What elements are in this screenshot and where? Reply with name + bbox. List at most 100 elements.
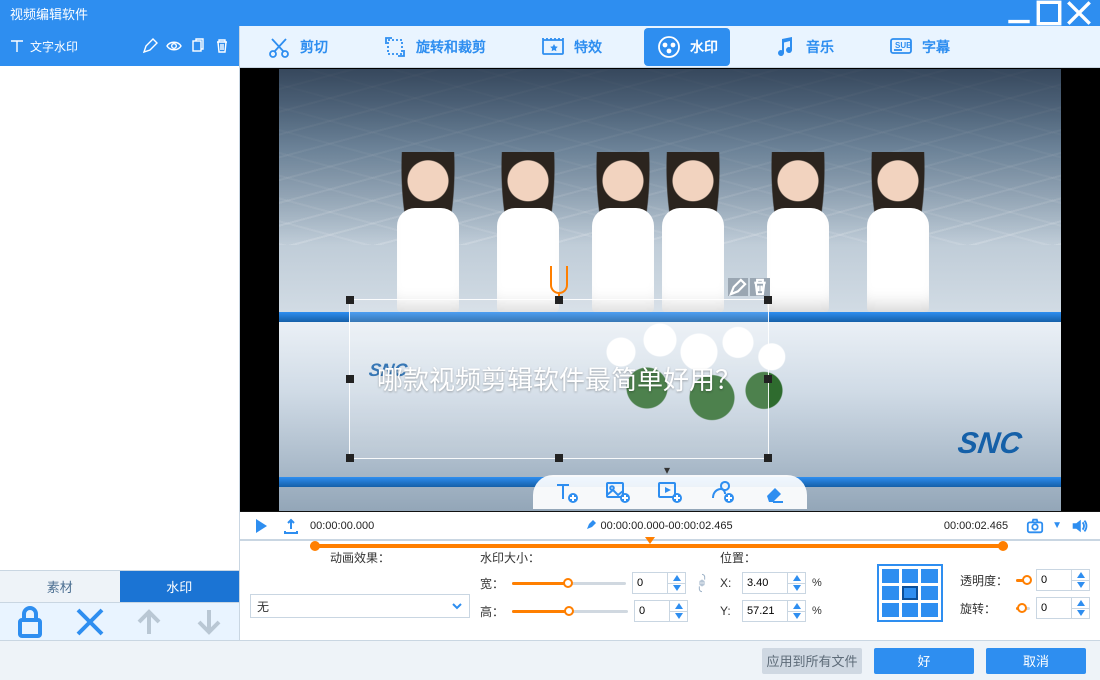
minimize-button[interactable]	[1004, 2, 1034, 24]
edit-icon[interactable]	[141, 37, 159, 55]
play-button[interactable]	[250, 515, 272, 537]
anchor-grid[interactable]	[877, 564, 943, 622]
copy-icon[interactable]	[189, 37, 207, 55]
rotate-handle-icon[interactable]	[550, 266, 568, 294]
erase-button[interactable]	[759, 479, 789, 505]
tab-rotate-crop[interactable]: 旋转和裁剪	[370, 28, 498, 66]
link-lock-icon[interactable]	[695, 573, 709, 593]
rotate-input[interactable]	[1036, 597, 1090, 619]
text-icon	[8, 37, 26, 55]
main-toolbar: 剪切 旋转和裁剪 特效 水印 音乐 SUB 字幕	[240, 26, 1100, 68]
playback-bar: 00:00:00.000 00:00:00.000-00:00:02.465 0…	[240, 512, 1100, 540]
move-down-button[interactable]	[189, 607, 229, 637]
resize-handle[interactable]	[555, 454, 563, 462]
animation-dropdown[interactable]: 无	[250, 594, 470, 618]
width-step-down[interactable]	[668, 584, 685, 594]
anchor-cell[interactable]	[902, 586, 919, 600]
tab-effect-label: 特效	[574, 37, 602, 57]
volume-button[interactable]	[1068, 515, 1090, 537]
rotate-step-down[interactable]	[1072, 609, 1089, 619]
eye-icon[interactable]	[165, 37, 183, 55]
sidebar-tab-material[interactable]: 素材	[0, 571, 120, 602]
add-shape-button[interactable]	[707, 479, 737, 505]
add-image-button[interactable]	[603, 479, 633, 505]
x-step-up[interactable]	[788, 573, 805, 584]
anchor-cell[interactable]	[882, 586, 899, 600]
export-frame-button[interactable]	[280, 515, 302, 537]
close-button[interactable]	[1064, 2, 1094, 24]
resize-handle[interactable]	[346, 454, 354, 462]
tab-effect[interactable]: 特效	[528, 28, 614, 66]
y-step-up[interactable]	[788, 601, 805, 612]
anchor-cell[interactable]	[882, 569, 899, 583]
label-x: X:	[720, 576, 736, 590]
resize-handle[interactable]	[346, 375, 354, 383]
move-up-button[interactable]	[129, 607, 169, 637]
watermark-edit-button[interactable]	[728, 278, 748, 296]
label-opacity: 透明度：	[960, 572, 1010, 589]
tab-music-label: 音乐	[806, 37, 834, 57]
apply-all-button[interactable]: 应用到所有文件	[762, 648, 862, 674]
chevron-down-icon[interactable]: ▾	[664, 463, 670, 477]
x-step-down[interactable]	[788, 584, 805, 594]
y-step-down[interactable]	[788, 612, 805, 622]
resize-handle[interactable]	[346, 296, 354, 304]
width-step-up[interactable]	[668, 573, 685, 584]
add-video-button[interactable]	[655, 479, 685, 505]
lock-button[interactable]	[10, 607, 50, 637]
height-step-up[interactable]	[670, 601, 687, 612]
height-step-down[interactable]	[670, 612, 687, 622]
watermark-delete-button[interactable]	[750, 278, 770, 296]
x-input[interactable]	[742, 572, 806, 594]
rotate-slider[interactable]	[1016, 601, 1030, 615]
sidebar-header: 文字水印	[0, 26, 239, 66]
y-input[interactable]	[742, 600, 806, 622]
ok-button[interactable]: 好	[874, 648, 974, 674]
brand-logo-right: SNC	[955, 427, 1023, 461]
preview-canvas[interactable]: SNC SNC 哪款视频剪辑软件最简单好用？	[279, 69, 1061, 511]
opacity-step-up[interactable]	[1072, 570, 1089, 581]
cancel-button[interactable]: 取消	[986, 648, 1086, 674]
sidebar-tab-watermark[interactable]: 水印	[120, 571, 240, 602]
width-input[interactable]	[632, 572, 686, 594]
resize-handle[interactable]	[764, 454, 772, 462]
anchor-cell[interactable]	[902, 603, 919, 617]
height-slider[interactable]	[512, 604, 628, 618]
maximize-button[interactable]	[1034, 2, 1064, 24]
anchor-cell[interactable]	[921, 586, 938, 600]
label-rotate: 旋转：	[960, 600, 1010, 617]
tab-subtitle[interactable]: SUB 字幕	[876, 28, 962, 66]
sidebar: 文字水印 素材 水印	[0, 26, 240, 640]
width-slider[interactable]	[512, 576, 626, 590]
opacity-input[interactable]	[1036, 569, 1090, 591]
label-width: 宽：	[480, 575, 506, 592]
add-text-button[interactable]	[551, 479, 581, 505]
delete-icon[interactable]	[213, 37, 231, 55]
snapshot-button[interactable]	[1024, 515, 1046, 537]
tab-music[interactable]: 音乐	[760, 28, 846, 66]
remove-button[interactable]	[70, 607, 110, 637]
preview-figure	[759, 152, 837, 312]
animation-value: 无	[257, 598, 269, 615]
titlebar: 视频编辑软件	[0, 0, 1100, 26]
timeline-track[interactable]	[310, 528, 1008, 546]
resize-handle[interactable]	[764, 375, 772, 383]
anchor-cell[interactable]	[902, 569, 919, 583]
opacity-step-down[interactable]	[1072, 581, 1089, 591]
preview-figure	[389, 152, 467, 312]
label-size: 水印大小：	[480, 549, 710, 566]
svg-text:SUB: SUB	[895, 41, 912, 50]
height-input[interactable]	[634, 600, 688, 622]
anchor-cell[interactable]	[921, 569, 938, 583]
label-position: 位置：	[720, 549, 860, 566]
watermark-box[interactable]: 哪款视频剪辑软件最简单好用？	[349, 299, 769, 459]
snapshot-caret-icon[interactable]: ▼	[1052, 520, 1062, 531]
anchor-cell[interactable]	[882, 603, 899, 617]
anchor-cell[interactable]	[921, 603, 938, 617]
opacity-slider[interactable]	[1016, 573, 1030, 587]
rotate-step-up[interactable]	[1072, 598, 1089, 609]
tab-watermark[interactable]: 水印	[644, 28, 730, 66]
resize-handle[interactable]	[555, 296, 563, 304]
resize-handle[interactable]	[764, 296, 772, 304]
tab-cut[interactable]: 剪切	[254, 28, 340, 66]
